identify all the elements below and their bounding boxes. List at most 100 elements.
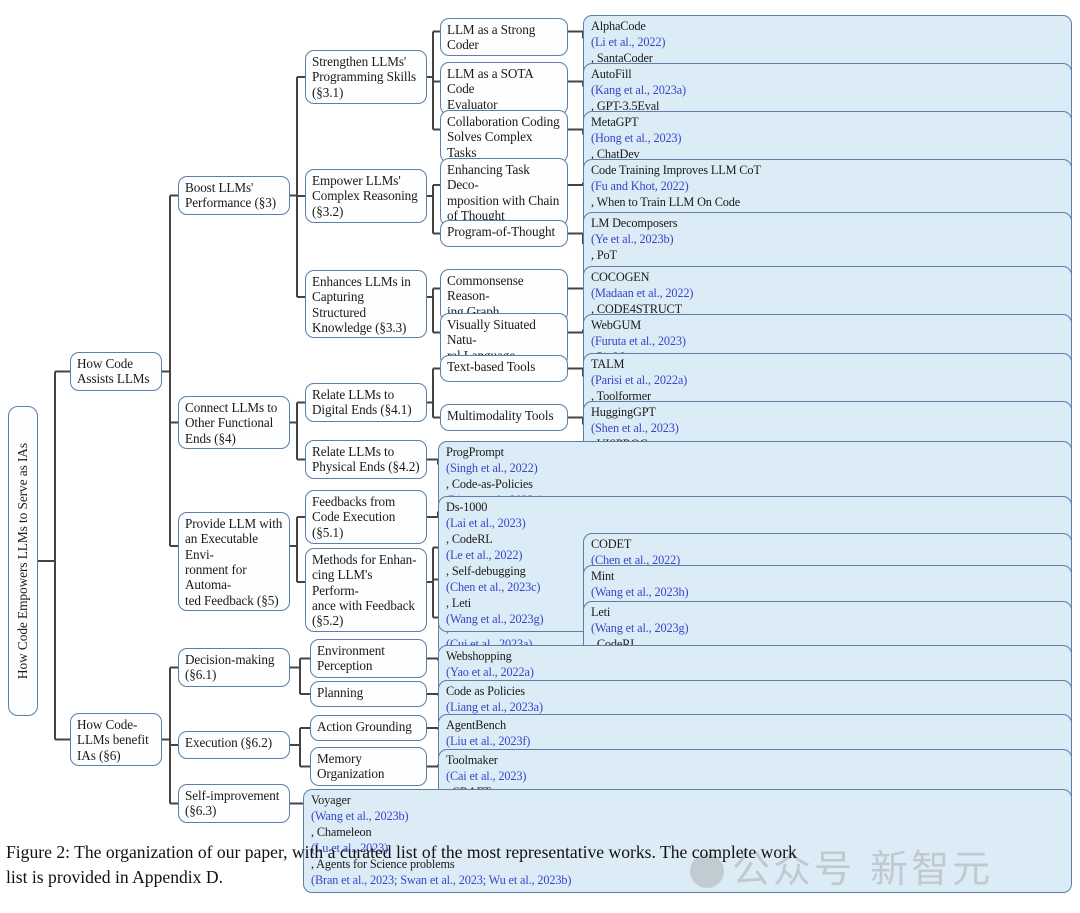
leaf-line: Code Training Improves LLM CoT (Fu and K… [591,163,1065,211]
node-label-line: Planning [317,685,364,700]
node-label-line: Complex Reasoning [312,188,418,204]
node-label-line: Other Functional [185,415,274,431]
citation-ref: (Liu et al., 2023f) [446,733,531,748]
node-execution: Execution (§6.2) [178,731,290,759]
work-name: ProgPrompt [446,445,504,459]
node-label-line: mposition with Chain [447,192,560,208]
node-label-line: (§3.2) [312,203,344,219]
node-envperc: Environment Perception [310,639,427,678]
node-label-line: (§6.3) [185,803,217,819]
node-label-line: Program-of-Thought [447,224,556,239]
citation-ref: (Hong et al., 2023) [591,130,682,145]
citation-ref: (Li et al., 2022) [591,34,666,49]
node-benefit: How Code- LLMs benefit IAs (§6) [70,713,162,766]
node-label-line: Physical Ends (§4.2) [312,459,420,475]
node-label-line: Commonsense Reason- [447,273,524,304]
work-name: , Chameleon [311,824,372,839]
node-label-line: ronment for Automa- [185,561,247,593]
citation-ref: (Kang et al., 2023a) [591,82,686,97]
node-actground: Action Grounding [310,715,427,741]
node-label-line: Empower LLMs' [312,173,401,188]
node-label-line: Provide LLM with [185,516,283,531]
node-multimodal: Multimodality Tools [440,404,568,431]
node-label-line: LLM as a SOTA Code [447,66,533,97]
node-label-line: (§3.1) [312,84,344,100]
work-name: Code Training Improves LLM CoT [591,163,761,177]
node-label-line: Execution (§6.2) [185,735,273,750]
work-name: HuggingGPT [591,405,656,419]
citation-ref: (Wang et al., 2023h) [591,584,689,599]
node-memory: Memory Organization [310,747,427,786]
node-pot: Program-of-Thought [440,220,568,247]
node-label-line: an Executable Envi- [185,531,259,562]
node-taskdecomp: Enhancing Task Deco-mposition with Chain… [440,158,568,227]
node-label-line: Feedbacks from [312,494,396,509]
node-label-line: cing LLM's Perform- [312,567,373,598]
node-label-line: Decision-making [185,652,275,667]
work-name: , When to Train LLM On Code [591,194,741,209]
node-collab: Collaboration Coding Solves Complex Tasks [440,110,568,163]
node-label-line: Multimodality Tools [447,408,554,423]
node-label-line: ted Feedback (§5) [185,592,279,608]
node-label-line: Programming Skills [312,69,417,85]
node-label-line: LLM as a Strong Coder [447,22,536,53]
citation-ref: (Parisi et al., 2022a) [591,372,688,387]
citation-ref: (Wang et al., 2023b) [311,808,409,823]
node-label-line: LLMs benefit [77,732,149,748]
node-selfimp: Self-improvement (§6.3) [178,784,290,823]
node-label-line: Digital Ends (§4.1) [312,402,412,418]
work-name: COCOGEN [591,270,650,284]
node-label-line: Action Grounding [317,719,412,734]
citation-ref: (Shen et al., 2023) [591,420,679,435]
work-name: Ds-1000 [446,500,488,514]
node-label-line: ance with Feedback [312,597,415,613]
citation-ref: (Lai et al., 2023) [446,515,526,530]
node-connect: Connect LLMs to Other Functional Ends (§4) [178,396,290,449]
node-label-line: Assists LLMs [77,371,150,387]
figure-caption: Figure 2: The organization of our paper,… [6,840,1072,890]
citation-ref: (Yao et al., 2022a) [446,664,534,679]
work-name: , Code-as-Policies [446,476,533,491]
node-label-line: Relate LLMs to [312,444,395,459]
node-physical: Relate LLMs to Physical Ends (§4.2) [305,440,427,479]
node-decision: Decision-making (§6.1) [178,648,290,687]
node-textbased: Text-based Tools [440,355,568,382]
work-name: LM Decomposers [591,216,678,230]
node-provide: Provide LLM with an Executable Envi-ronme… [178,512,290,611]
citation-ref: (Cai et al., 2023) [446,768,527,783]
node-label-line: Collaboration Coding [447,114,560,129]
node-label-line: (§5.2) [312,613,344,629]
node-methods: Methods for Enhan-cing LLM's Perform-anc… [305,548,427,632]
node-planning: Planning [310,681,427,707]
work-name: , PoT [591,247,617,262]
node-label-line: Performance (§3) [185,195,277,211]
node-digital: Relate LLMs to Digital Ends (§4.1) [305,383,427,422]
node-strongcoder: LLM as a Strong Coder [440,18,568,56]
node-boost: Boost LLMs' Performance (§3) [178,176,290,215]
citation-ref: (Furuta et al., 2023) [591,333,686,348]
work-name: Mint [591,569,615,583]
root-node: How Code Empowers LLMs to Serve as IAs [8,406,38,716]
node-sotaeval: LLM as a SOTA Code Evaluator [440,62,568,115]
node-label-line: Connect LLMs to [185,400,278,415]
work-name: AlphaCode [591,19,646,33]
node-label-line: Enhancing Task Deco- [447,162,530,193]
node-label-line: Text-based Tools [447,359,536,374]
work-name: Webshopping [446,649,512,663]
work-name: TALM [591,357,625,371]
node-label-line: Environment [317,643,385,658]
work-name: MetaGPT [591,115,639,129]
node-label-line: Organization [317,766,385,782]
node-label-line: IAs (§6) [77,747,121,763]
work-name: Code as Policies [446,684,525,698]
work-name: Leti [591,605,611,619]
node-label-line: Memory [317,751,362,766]
work-name: CODET [591,537,632,551]
node-feedbacks: Feedbacks from Code Execution (§5.1) [305,490,427,544]
node-label-line: Capturing Structured [312,289,366,320]
node-label-line: Solves Complex Tasks [447,129,533,160]
work-name: WebGUM [591,318,642,332]
node-label-line: How Code- [77,717,138,732]
node-label-line: (§5.1) [312,524,344,540]
taxonomy-figure: How Code Empowers LLMs to Serve as IAs H… [0,0,1080,893]
